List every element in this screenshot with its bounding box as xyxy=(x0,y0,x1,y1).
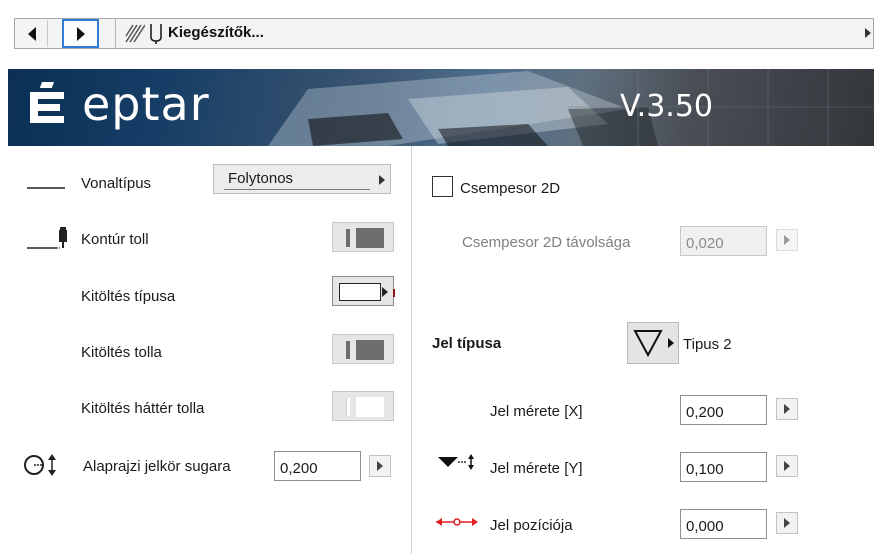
marker-position-icon xyxy=(436,518,478,526)
triangle-right-icon xyxy=(377,461,383,471)
hatch-icon xyxy=(125,24,145,43)
marker-size-y-label: Jel mérete [Y] xyxy=(490,460,583,477)
triangle-right-icon xyxy=(784,404,790,414)
marker-size-x-label: Jel mérete [X] xyxy=(490,403,583,420)
marker-size-y-icon xyxy=(438,454,474,470)
marker-size-x-arrow-button[interactable] xyxy=(776,398,798,420)
brand-name: eptar xyxy=(82,77,210,131)
line-preview xyxy=(224,189,370,190)
previous-button[interactable] xyxy=(17,20,48,47)
pen-holder-icon xyxy=(150,24,162,44)
fill-pen-label: Kitöltés tolla xyxy=(81,344,162,361)
marker-position-label: Jel pozíciója xyxy=(490,517,573,534)
triangle-right-icon xyxy=(76,26,85,41)
contour-pen-button[interactable] xyxy=(332,222,394,252)
tile-row-2d-distance-label: Csempesor 2D távolsága xyxy=(462,234,631,251)
fill-pen-button[interactable] xyxy=(332,334,394,364)
marker-size-y-arrow-button[interactable] xyxy=(776,455,798,477)
version-label: V.3.50 xyxy=(620,89,713,124)
next-button[interactable] xyxy=(62,19,99,48)
eptar-logo-icon xyxy=(30,82,64,123)
triangle-right-icon xyxy=(784,461,790,471)
breadcrumb-expand-icon[interactable] xyxy=(865,28,871,38)
triangle-right-icon xyxy=(784,518,790,528)
brand-logo: eptar xyxy=(28,79,210,129)
marker-position-arrow-button[interactable] xyxy=(776,512,798,534)
marker-type-value: Tipus 2 xyxy=(683,336,732,353)
fill-type-button[interactable] xyxy=(332,276,395,306)
line-type-dropdown[interactable]: Folytonos xyxy=(213,164,391,194)
tile-row-2d-label: Csempesor 2D xyxy=(460,180,561,197)
tile-row-2d-distance-input[interactable]: 0,020 xyxy=(680,226,767,256)
line-type-value: Folytonos xyxy=(228,170,294,187)
marker-radius-label: Alaprajzi jelkör sugara xyxy=(83,458,231,475)
marker-radius-arrow-button[interactable] xyxy=(369,455,391,477)
marker-position-input[interactable]: 0,000 xyxy=(680,509,767,539)
line-type-icon xyxy=(27,187,65,189)
marker-size-y-input[interactable]: 0,100 xyxy=(680,452,767,482)
marker-radius-input[interactable]: 0,200 xyxy=(274,451,361,481)
marker-type-label: Jel típusa xyxy=(432,335,502,352)
fill-preview xyxy=(339,283,381,301)
separator xyxy=(115,19,116,48)
fill-arrow-icon xyxy=(382,287,388,297)
tile-row-2d-distance-arrow-button[interactable] xyxy=(776,229,798,251)
fill-background-pen-button[interactable] xyxy=(332,391,394,421)
tile-row-2d-checkbox[interactable] xyxy=(432,176,453,197)
triangle-right-icon xyxy=(784,235,790,245)
breadcrumb-title: Kiegészítők... xyxy=(168,24,264,41)
triangle-marker-icon xyxy=(633,330,674,358)
dropdown-arrow-icon xyxy=(379,175,385,185)
panel-divider xyxy=(411,146,412,554)
breadcrumb-bar: Kiegészítők... xyxy=(14,18,874,49)
contour-pen-label: Kontúr toll xyxy=(81,231,149,248)
header-banner: eptar V.3.50 xyxy=(8,69,874,146)
marker-type-button[interactable] xyxy=(627,322,679,364)
contour-pen-icon xyxy=(27,227,67,249)
line-type-label: Vonaltípus xyxy=(81,175,152,192)
marker-size-x-input[interactable]: 0,200 xyxy=(680,395,767,425)
fill-type-label: Kitöltés típusa xyxy=(81,288,176,305)
fill-background-pen-label: Kitöltés háttér tolla xyxy=(81,400,205,417)
navigation-bar: Kiegészítők... xyxy=(0,0,874,68)
marker-circle-radius-icon xyxy=(24,454,56,476)
triangle-left-icon xyxy=(28,26,36,41)
